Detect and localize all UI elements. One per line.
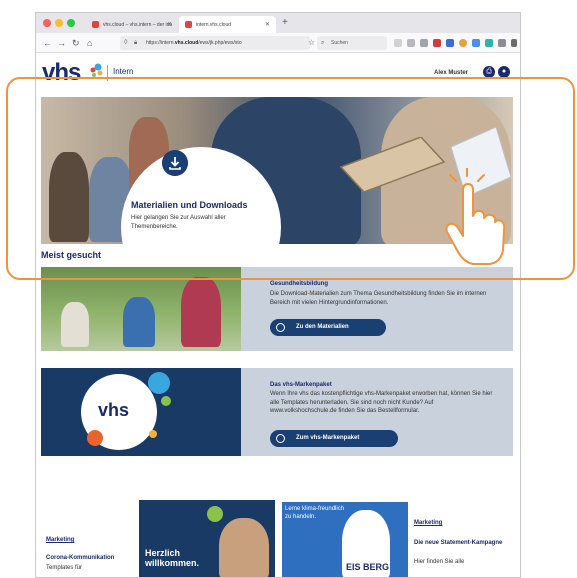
teaser-title: Die neue Statement-Kampagne: [414, 540, 503, 546]
vhs-logo-dots-icon: [90, 63, 103, 77]
card-vhs-markenpaket: vhs Das vhs-Markenpaket Wenn Ihre vhs da…: [41, 368, 513, 456]
home-icon[interactable]: ⌂: [87, 37, 92, 49]
extension-blue-icon[interactable]: [446, 39, 454, 47]
teaser-title: Corona-Kommunikation: [46, 555, 115, 561]
minimize-window-icon[interactable]: [55, 19, 63, 27]
materials-button[interactable]: Zu den Materialien: [270, 319, 386, 336]
card-gesundheitsbildung: Gesundheitsbildung Die Download-Material…: [41, 267, 513, 351]
teaser-text: Templates für: [46, 565, 83, 571]
vhs-brand-image: vhs: [41, 368, 241, 456]
downloads-icon[interactable]: [407, 39, 415, 47]
tab-bar: vhs.cloud – vhs.intern – der inter ✕ int…: [36, 13, 520, 33]
campaign-text: Lerne klima-freundlich zu handeln.: [285, 506, 345, 520]
ublock-icon[interactable]: [433, 39, 441, 47]
library-icon[interactable]: [420, 39, 428, 47]
campaign-image: EIS BERG Lerne klima-freundlich zu hande…: [282, 502, 408, 577]
back-icon[interactable]: ←: [43, 37, 52, 49]
vhs-logo-large: vhs: [98, 400, 130, 420]
search-icon: ⌕: [321, 40, 325, 46]
hero-title: Materialien und Downloads: [131, 200, 248, 210]
section-title: Meist gesucht: [41, 250, 102, 260]
browser-window: vhs.cloud – vhs.intern – der inter ✕ int…: [35, 12, 521, 578]
search-bar[interactable]: ⌕ Suchen: [317, 36, 387, 50]
maximize-window-icon[interactable]: [67, 19, 75, 27]
url-prefix: https://intern.: [146, 40, 175, 46]
teaser-label[interactable]: Marketing: [414, 520, 442, 526]
card-title: Das vhs-Markenpaket: [270, 382, 332, 388]
play-circle-icon: [276, 434, 285, 443]
logo-subtitle: Intern: [113, 67, 134, 76]
browser-tab-vhs-cloud[interactable]: vhs.cloud – vhs.intern – der inter ✕: [86, 16, 178, 33]
url-bar[interactable]: ◊ 🔒︎ https://intern.vhs.cloud/ews/jk.php…: [120, 36, 310, 50]
card-title: Gesundheitsbildung: [270, 281, 328, 287]
teaser-text: Hier finden Sie alle: [414, 559, 465, 565]
navigation-bar: ← → ↻ ⌂ ◊ 🔒︎ https://intern.vhs.cloud/ew…: [36, 33, 520, 53]
vhs-favicon-icon: [185, 21, 192, 28]
close-tab-icon[interactable]: ✕: [265, 21, 270, 28]
tab-label: vhs.cloud – vhs.intern – der inter: [103, 21, 172, 28]
site-header: vhs Intern Alex Muster ⎙ ●: [36, 53, 520, 97]
teaser-label[interactable]: Marketing: [46, 537, 74, 543]
card-text: Die Download-Materialien zum Thema Gesun…: [270, 291, 487, 306]
logo-separator: [107, 65, 108, 81]
card-text: Wenn Ihre vhs das kostenpflichtige vhs-M…: [270, 391, 493, 414]
extension-teal-icon[interactable]: [485, 39, 493, 47]
pocket-icon[interactable]: [394, 39, 402, 47]
teaser-statement-kampagne[interactable]: EIS BERG Lerne klima-freundlich zu hande…: [282, 477, 517, 577]
extension-orange-icon[interactable]: [459, 39, 467, 47]
vhs-favicon-icon: [92, 21, 99, 28]
download-icon: [162, 150, 188, 176]
pointer-hand-icon: [445, 168, 506, 265]
url-path: /ews/jk.php/ews/sto: [198, 40, 242, 46]
markenpaket-button[interactable]: Zum vhs-Markenpaket: [270, 430, 398, 447]
button-label: Zum vhs-Markenpaket: [296, 435, 360, 441]
print-icon[interactable]: ⎙: [483, 66, 495, 78]
background-person-image: [49, 152, 89, 242]
shield-icon: ◊: [124, 39, 128, 46]
menu-icon[interactable]: [511, 39, 517, 47]
welcome-text: Herzlich willkommen.: [145, 548, 200, 568]
user-name[interactable]: Alex Muster: [434, 70, 468, 76]
url-domain: vhs.cloud: [174, 40, 199, 46]
close-tab-icon[interactable]: ✕: [167, 21, 172, 28]
browser-tab-intern[interactable]: intern.vhs.cloud ✕: [179, 16, 276, 33]
extension-square-icon[interactable]: [472, 39, 480, 47]
tablet-image: [339, 137, 446, 192]
button-label: Zu den Materialien: [296, 324, 349, 330]
bookmark-star-icon[interactable]: ☆: [308, 37, 315, 49]
lock-icon: 🔒︎: [134, 40, 138, 46]
yoga-group-image: [41, 267, 241, 351]
welcome-image: Herzlich willkommen.: [139, 500, 275, 577]
shirt-text: EIS BERG: [346, 562, 390, 572]
new-tab-icon[interactable]: +: [282, 17, 288, 28]
reload-icon[interactable]: ↻: [72, 37, 80, 49]
teaser-corona-kommunikation[interactable]: Marketing Corona-Kommunikation Templates…: [41, 477, 275, 577]
vhs-logo[interactable]: vhs: [42, 59, 81, 87]
close-window-icon[interactable]: [43, 19, 51, 27]
user-icon[interactable]: ●: [498, 66, 510, 78]
play-circle-icon: [276, 323, 285, 332]
hero-text: Hier gelangen Sie zur Auswahl aller Them…: [131, 215, 226, 230]
forward-icon[interactable]: →: [57, 37, 66, 49]
extension-pen-icon[interactable]: [498, 39, 506, 47]
tab-label: intern.vhs.cloud: [196, 21, 232, 28]
search-placeholder: Suchen: [331, 40, 348, 46]
